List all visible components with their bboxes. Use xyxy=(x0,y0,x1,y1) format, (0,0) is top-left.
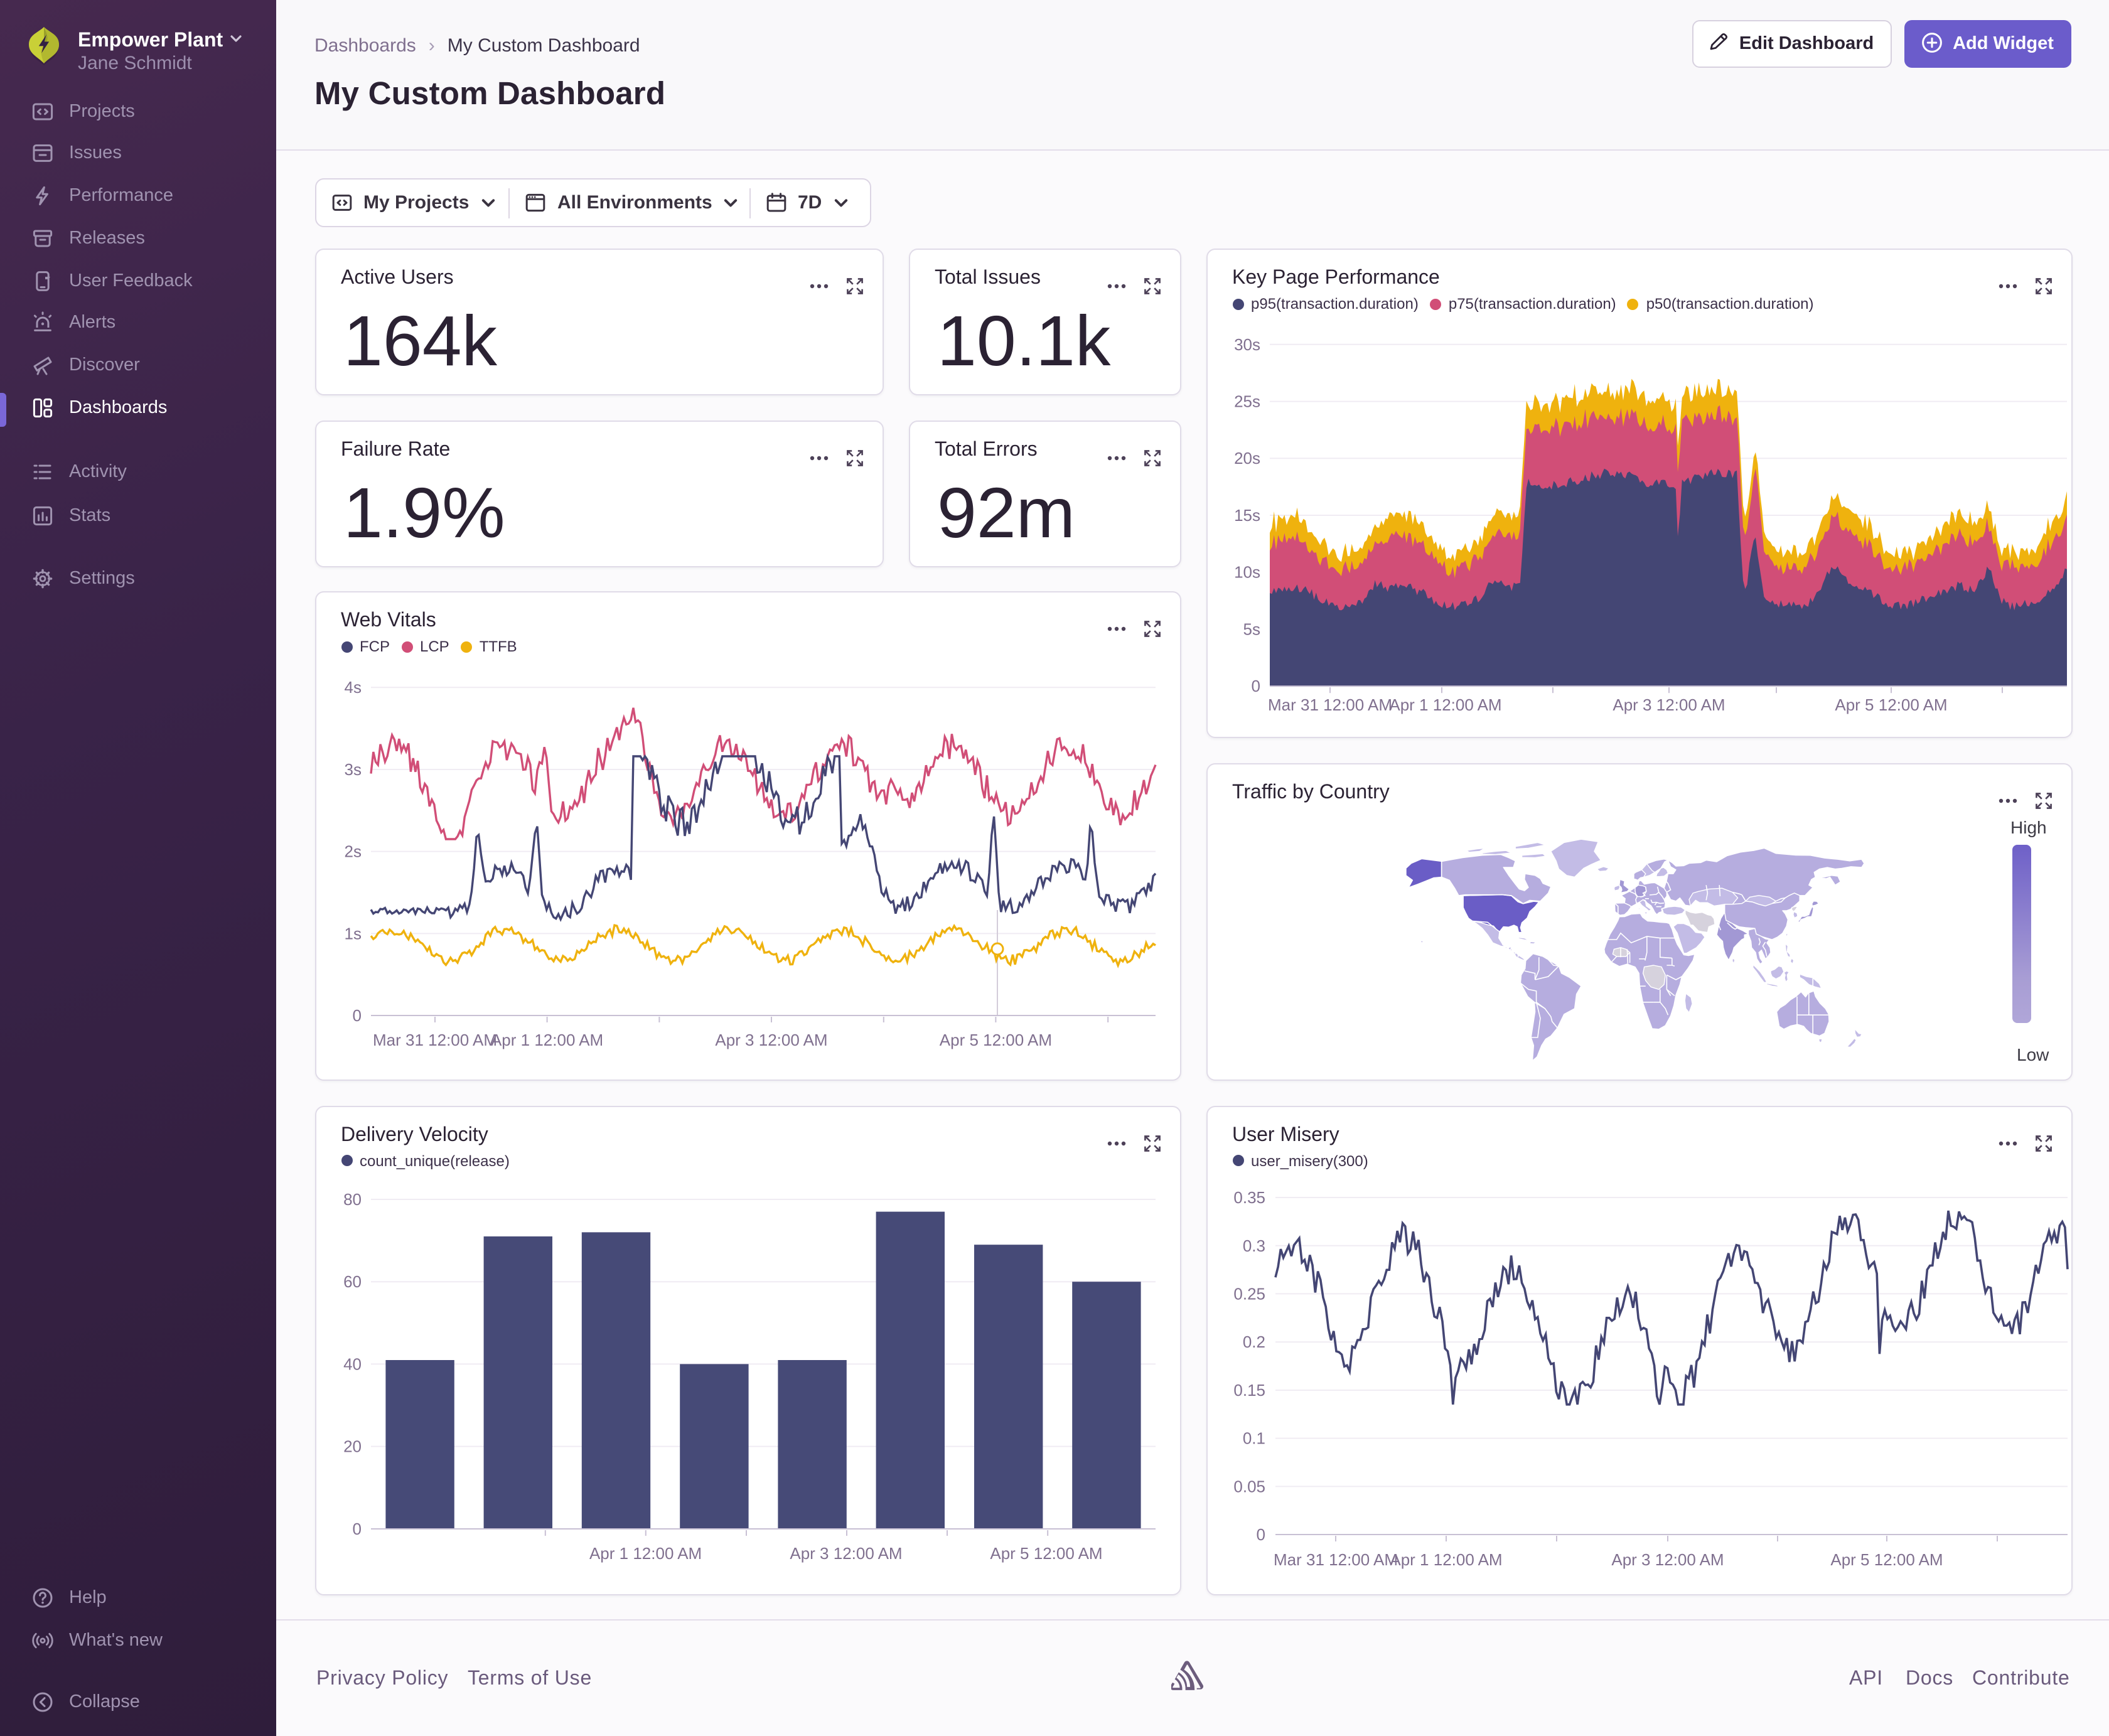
svg-text:10s: 10s xyxy=(1233,563,1260,582)
svg-text:0.35: 0.35 xyxy=(1233,1187,1265,1206)
svg-text:80: 80 xyxy=(343,1189,361,1208)
svg-text:40: 40 xyxy=(343,1354,361,1373)
svg-text:3s: 3s xyxy=(344,760,361,779)
svg-text:Apr 3 12:00 AM: Apr 3 12:00 AM xyxy=(789,1543,901,1562)
svg-text:Apr 1 12:00 AM: Apr 1 12:00 AM xyxy=(589,1543,701,1562)
svg-text:0: 0 xyxy=(1256,1524,1265,1543)
svg-text:30s: 30s xyxy=(1233,335,1260,354)
svg-text:0: 0 xyxy=(352,1519,361,1538)
svg-text:Apr 5 12:00 AM: Apr 5 12:00 AM xyxy=(939,1031,1051,1049)
svg-text:15s: 15s xyxy=(1233,506,1260,525)
svg-text:Apr 5 12:00 AM: Apr 5 12:00 AM xyxy=(989,1543,1102,1562)
svg-text:25s: 25s xyxy=(1233,392,1260,411)
svg-text:0: 0 xyxy=(1251,677,1260,695)
svg-text:Apr 1 12:00 AM: Apr 1 12:00 AM xyxy=(490,1031,603,1049)
svg-text:0.3: 0.3 xyxy=(1242,1236,1265,1255)
svg-text:Mar 31 12:00 AM: Mar 31 12:00 AM xyxy=(1267,695,1392,714)
svg-text:1s: 1s xyxy=(344,924,361,943)
svg-text:0.05: 0.05 xyxy=(1233,1476,1265,1495)
svg-text:Apr 1 12:00 AM: Apr 1 12:00 AM xyxy=(1388,695,1501,714)
svg-text:Apr 3 12:00 AM: Apr 3 12:00 AM xyxy=(714,1031,827,1049)
svg-text:Apr 3 12:00 AM: Apr 3 12:00 AM xyxy=(1612,695,1724,714)
svg-text:0: 0 xyxy=(352,1006,361,1025)
svg-text:0.15: 0.15 xyxy=(1233,1380,1265,1399)
svg-text:5s: 5s xyxy=(1243,619,1260,638)
svg-text:0.2: 0.2 xyxy=(1242,1332,1265,1351)
svg-text:Apr 5 12:00 AM: Apr 5 12:00 AM xyxy=(1830,1550,1942,1568)
svg-text:Mar 31 12:00 AM: Mar 31 12:00 AM xyxy=(1273,1550,1397,1568)
svg-text:20: 20 xyxy=(343,1437,361,1455)
svg-text:Mar 31 12:00 AM: Mar 31 12:00 AM xyxy=(372,1031,496,1049)
svg-text:Apr 3 12:00 AM: Apr 3 12:00 AM xyxy=(1611,1550,1723,1568)
svg-text:60: 60 xyxy=(343,1272,361,1290)
svg-text:Apr 1 12:00 AM: Apr 1 12:00 AM xyxy=(1389,1550,1501,1568)
svg-text:Apr 5 12:00 AM: Apr 5 12:00 AM xyxy=(1834,695,1946,714)
svg-text:20s: 20s xyxy=(1233,449,1260,468)
svg-text:0.25: 0.25 xyxy=(1233,1283,1265,1302)
svg-text:0.1: 0.1 xyxy=(1242,1428,1265,1447)
svg-text:2s: 2s xyxy=(344,842,361,861)
svg-text:4s: 4s xyxy=(344,678,361,697)
